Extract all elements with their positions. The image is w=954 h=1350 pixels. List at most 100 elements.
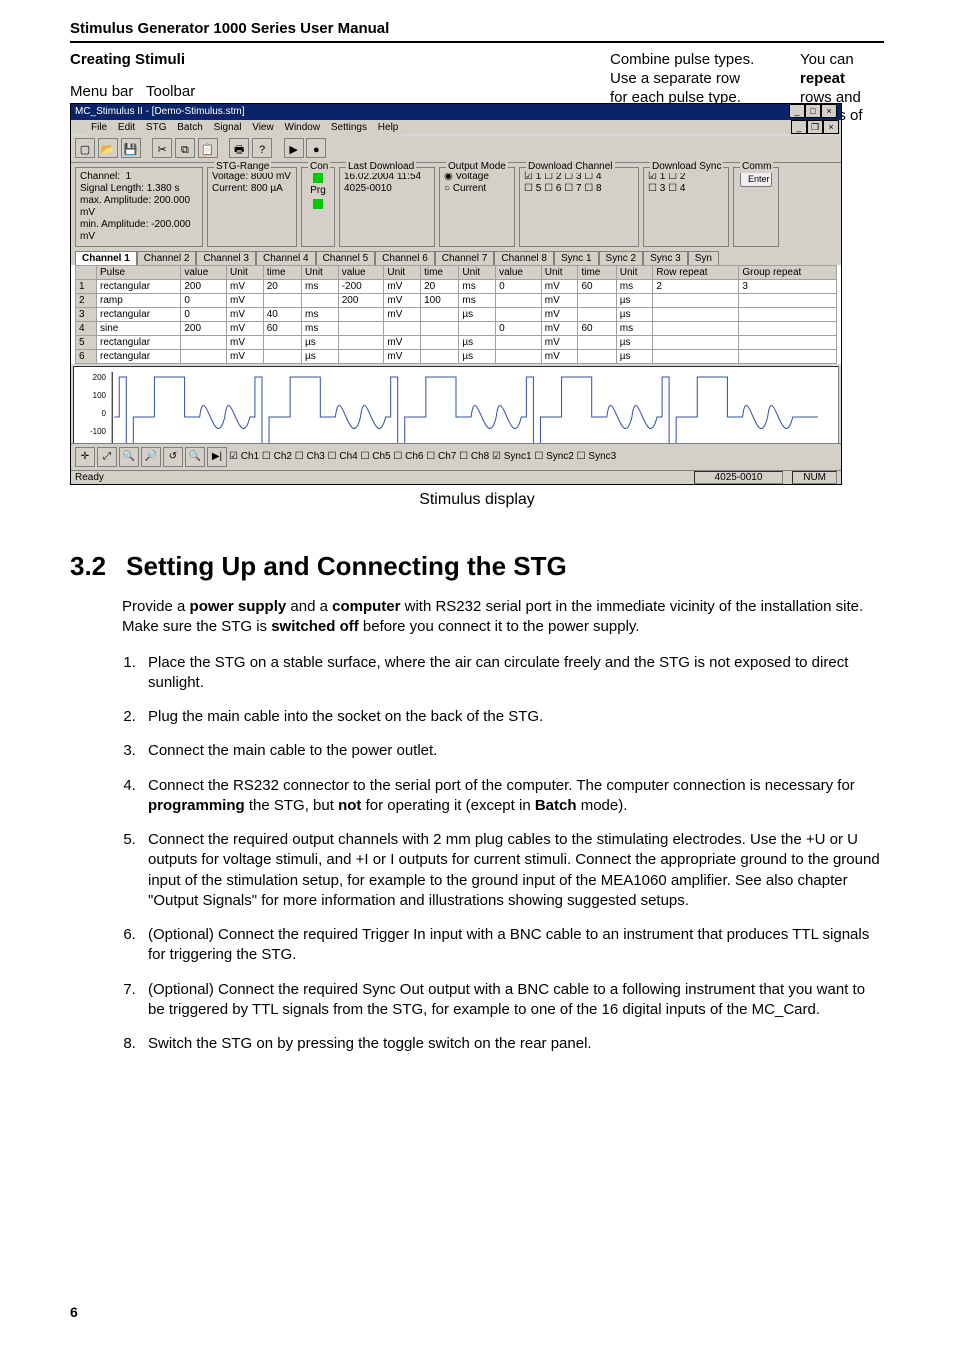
table-cell[interactable] [338,350,384,364]
table-cell[interactable] [739,350,837,364]
table-cell[interactable]: ms [459,280,496,294]
fit-icon[interactable]: 🔍 [185,447,205,467]
tab-ch3[interactable]: Channel 3 [196,251,256,265]
table-cell[interactable]: rectangular [97,336,181,350]
table-cell[interactable]: mV [227,350,264,364]
table-row[interactable]: 3rectangular0mV40msmVµsmVµs [76,308,837,322]
table-cell[interactable] [421,322,459,336]
bottom-check-sync3[interactable]: ☐ Sync3 [577,451,619,462]
table-row[interactable]: 6rectangularmVµsmVµsmVµs [76,350,837,364]
table-cell[interactable]: mV [541,350,578,364]
table-cell[interactable]: ramp [97,294,181,308]
bottom-check-ch8[interactable]: ☐ Ch8 [459,451,492,462]
table-cell[interactable]: -200 [338,280,384,294]
dlch-5[interactable]: ☐ [524,183,533,194]
table-cell[interactable] [384,322,421,336]
table-cell[interactable] [421,336,459,350]
table-cell[interactable] [338,308,384,322]
tab-sync3[interactable]: Sync 3 [643,251,688,265]
bottom-check-sync2[interactable]: ☐ Sync2 [534,451,576,462]
bottom-check-ch7[interactable]: ☐ Ch7 [426,451,459,462]
table-cell[interactable]: 20 [263,280,301,294]
open-icon[interactable]: 📂 [98,138,118,158]
table-cell[interactable] [653,322,739,336]
table-row[interactable]: 4sine200mV60ms0mV60ms [76,322,837,336]
bottom-check-ch4[interactable]: ☐ Ch4 [328,451,361,462]
table-cell[interactable]: 3 [739,280,837,294]
table-cell[interactable] [496,336,542,350]
table-cell[interactable]: ms [616,280,653,294]
table-cell[interactable] [739,322,837,336]
table-cell[interactable]: µs [459,308,496,322]
bottom-check-ch5[interactable]: ☐ Ch5 [361,451,394,462]
table-cell[interactable]: ms [302,308,339,322]
child-min-icon[interactable]: _ [791,120,807,134]
tab-syn[interactable]: Syn [688,251,719,265]
menu-batch[interactable]: Batch [177,122,203,133]
print-icon[interactable]: 🖶 [229,138,249,158]
table-cell[interactable]: 0 [496,322,542,336]
tab-sync1[interactable]: Sync 1 [554,251,599,265]
table-cell[interactable] [459,322,496,336]
table-cell[interactable] [739,308,837,322]
dlsync-3[interactable]: ☐ [648,183,657,194]
table-cell[interactable]: ms [616,322,653,336]
table-cell[interactable] [578,308,616,322]
table-cell[interactable]: 0 [496,280,542,294]
child-close-icon[interactable]: × [823,120,839,134]
tab-ch6[interactable]: Channel 6 [375,251,435,265]
menu-settings[interactable]: Settings [331,122,367,133]
save-icon[interactable]: 💾 [121,138,141,158]
table-cell[interactable]: sine [97,322,181,336]
table-cell[interactable] [653,294,739,308]
table-cell[interactable]: 60 [263,322,301,336]
menu-view[interactable]: View [252,122,274,133]
table-cell[interactable] [263,294,301,308]
table-cell[interactable] [739,336,837,350]
table-cell[interactable]: 20 [421,280,459,294]
table-cell[interactable] [739,294,837,308]
table-cell[interactable]: mV [384,280,421,294]
dlch-7[interactable]: ☐ [564,183,573,194]
table-cell[interactable]: rectangular [97,280,181,294]
dlsync-4[interactable]: ☐ [668,183,677,194]
cut-icon[interactable]: ✂ [152,138,172,158]
menu-signal[interactable]: Signal [214,122,242,133]
table-cell[interactable] [181,336,227,350]
table-cell[interactable]: mV [541,280,578,294]
copy-icon[interactable]: ⧉ [175,138,195,158]
tab-ch5[interactable]: Channel 5 [316,251,376,265]
table-cell[interactable]: 40 [263,308,301,322]
bottom-check-ch2[interactable]: ☐ Ch2 [262,451,295,462]
menu-stg[interactable]: STG [146,122,167,133]
play-icon[interactable]: ▶ [284,138,304,158]
table-cell[interactable]: 60 [578,322,616,336]
table-cell[interactable]: µs [459,350,496,364]
tab-ch1[interactable]: Channel 1 [75,251,137,265]
table-cell[interactable] [496,294,542,308]
table-row[interactable]: 2ramp0mV200mV100msmVµs [76,294,837,308]
bottom-check-ch1[interactable]: ☑ Ch1 [229,451,262,462]
table-cell[interactable]: µs [616,308,653,322]
table-cell[interactable]: mV [227,294,264,308]
table-cell[interactable]: 0 [181,308,227,322]
tab-ch8[interactable]: Channel 8 [494,251,554,265]
table-cell[interactable]: ms [302,280,339,294]
table-cell[interactable] [421,350,459,364]
table-cell[interactable]: mV [384,350,421,364]
goto-end-icon[interactable]: ▶| [207,447,227,467]
minimize-icon[interactable]: _ [789,104,805,118]
stimulus-table[interactable]: PulsevalueUnittimeUnitvalueUnittimeUnitv… [75,265,837,364]
table-cell[interactable] [496,308,542,322]
table-cell[interactable]: mV [541,322,578,336]
table-cell[interactable]: µs [302,336,339,350]
paste-icon[interactable]: 📋 [198,138,218,158]
help-icon[interactable]: ? [252,138,272,158]
radio-current[interactable]: ○ [444,183,450,194]
new-icon[interactable]: ▢ [75,138,95,158]
table-cell[interactable]: 200 [338,294,384,308]
table-cell[interactable] [496,350,542,364]
table-cell[interactable]: µs [616,350,653,364]
table-cell[interactable]: rectangular [97,350,181,364]
table-cell[interactable] [338,336,384,350]
